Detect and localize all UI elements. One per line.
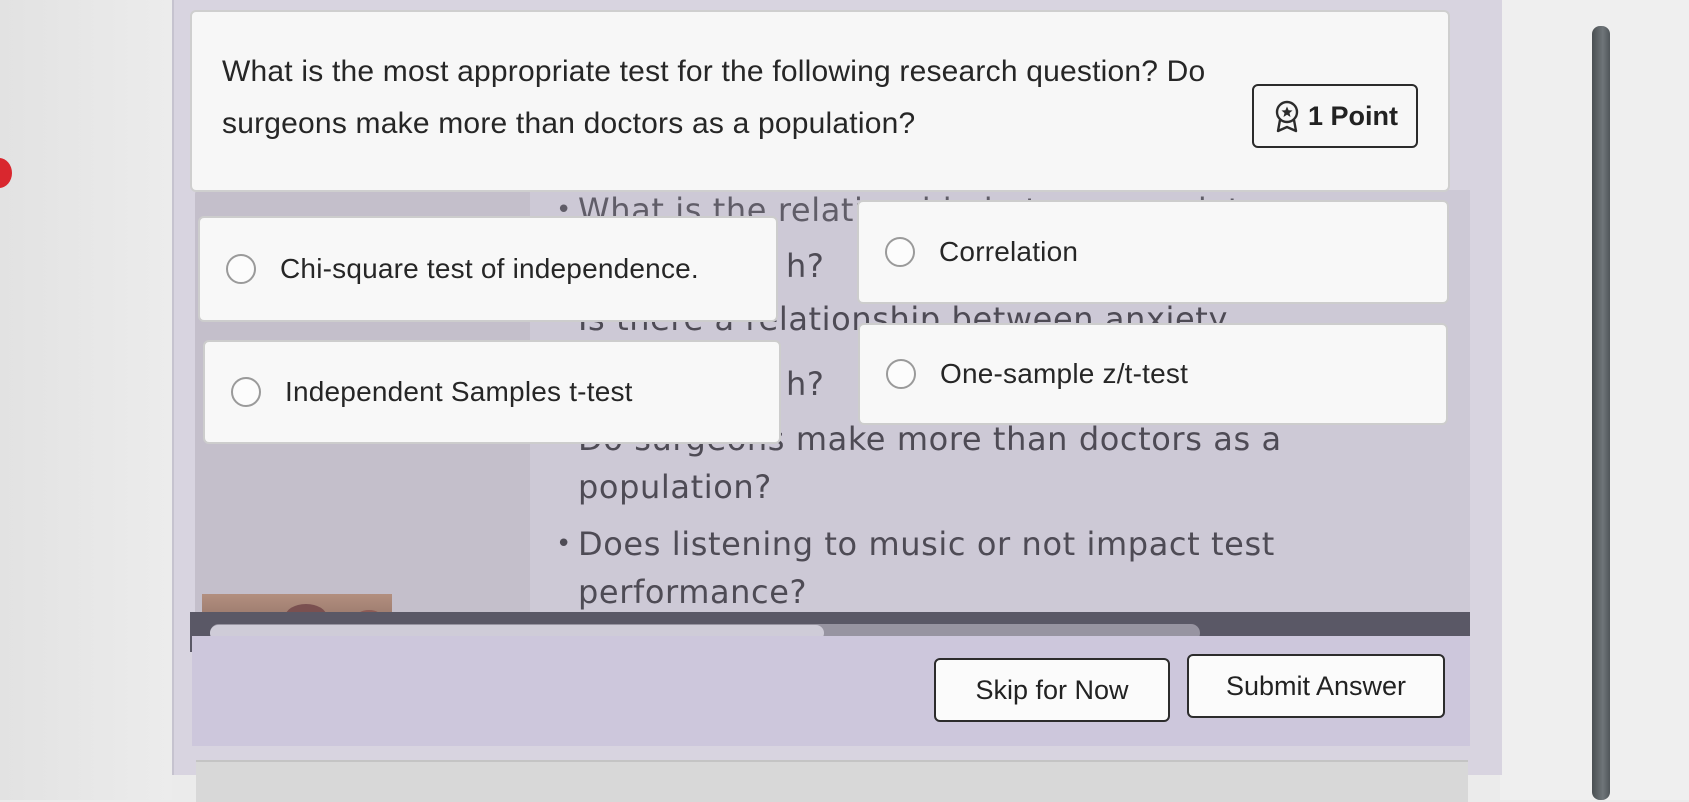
next-card-edge bbox=[196, 760, 1468, 802]
question-text: What is the most appropriate test for th… bbox=[222, 55, 1206, 140]
answer-option-one-sample-test[interactable]: One-sample z/t-test bbox=[858, 323, 1448, 425]
slide-bullet-4: • Does listening to music or not impact t… bbox=[556, 525, 1275, 611]
option-label: Chi-square test of independence. bbox=[280, 253, 699, 284]
answer-option-independent-t-test[interactable]: Independent Samples t-test bbox=[203, 340, 781, 444]
answer-option-chi-square[interactable]: Chi-square test of independence. bbox=[198, 216, 778, 322]
answer-option-correlation[interactable]: Correlation bbox=[857, 200, 1449, 304]
question-panel: What is the most appropriate test for th… bbox=[190, 10, 1450, 192]
scrollbar[interactable] bbox=[1592, 26, 1610, 800]
points-label: 1 Point bbox=[1307, 100, 1398, 131]
radio-button[interactable] bbox=[886, 359, 916, 389]
radio-button[interactable] bbox=[226, 254, 256, 284]
skip-button[interactable]: Skip for Now bbox=[934, 658, 1170, 722]
submit-answer-button[interactable]: Submit Answer bbox=[1187, 654, 1445, 718]
award-ribbon-icon bbox=[1275, 100, 1299, 133]
option-label: Correlation bbox=[939, 236, 1079, 267]
radio-button[interactable] bbox=[885, 237, 915, 267]
option-label: One-sample z/t-test bbox=[940, 358, 1189, 389]
option-label: Independent Samples t-test bbox=[285, 376, 633, 407]
radio-button[interactable] bbox=[231, 377, 261, 407]
left-page-margin bbox=[0, 0, 172, 800]
points-badge: 1 Point bbox=[1252, 84, 1418, 148]
